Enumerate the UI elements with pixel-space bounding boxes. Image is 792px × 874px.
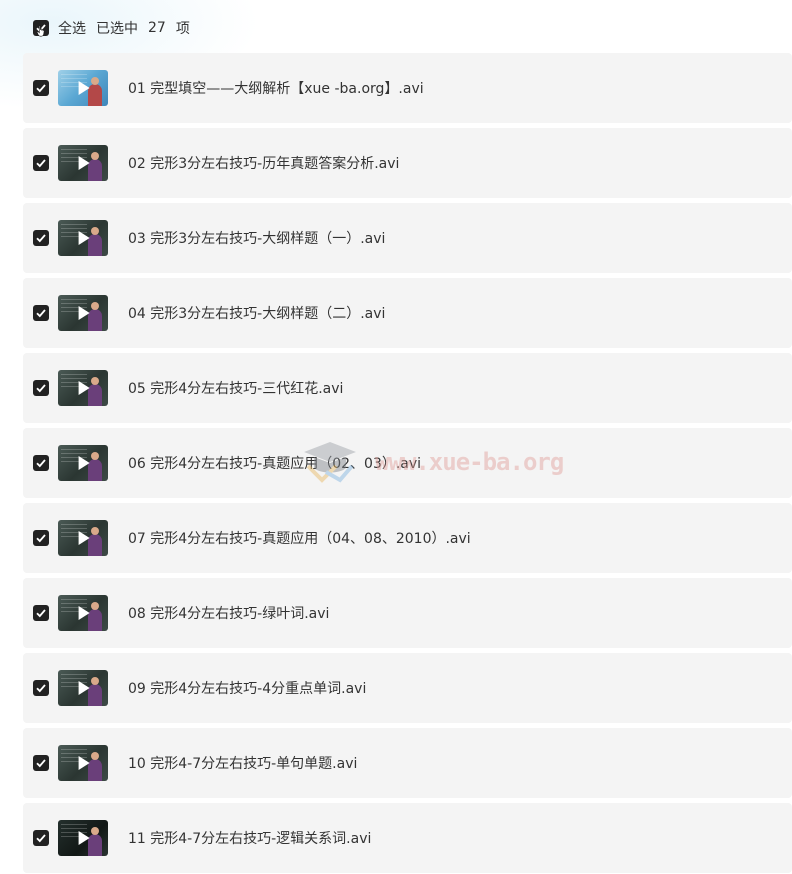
file-row[interactable]: 07 完形4分左右技巧-真题应用（04、08、2010）.avi <box>23 503 792 573</box>
play-icon <box>78 81 90 95</box>
play-icon <box>78 831 90 845</box>
video-thumbnail[interactable] <box>58 220 108 256</box>
lecturer-graphic <box>88 77 102 106</box>
file-checkbox[interactable] <box>33 680 49 696</box>
file-name[interactable]: 01 完型填空——大纲解析【xue -ba.org】.avi <box>128 78 424 98</box>
play-icon <box>78 306 90 320</box>
play-icon <box>78 606 90 620</box>
file-checkbox[interactable] <box>33 155 49 171</box>
video-thumbnail[interactable] <box>58 70 108 106</box>
file-row[interactable]: 05 完形4分左右技巧-三代红花.avi <box>23 353 792 423</box>
video-thumbnail[interactable] <box>58 370 108 406</box>
file-checkbox[interactable] <box>33 230 49 246</box>
check-icon <box>36 834 46 843</box>
select-all-label[interactable]: 全选 <box>58 18 86 38</box>
lecturer-graphic <box>88 677 102 706</box>
file-checkbox[interactable] <box>33 830 49 846</box>
lecturer-graphic <box>88 152 102 181</box>
selected-count: 27 <box>148 20 166 36</box>
file-checkbox[interactable] <box>33 455 49 471</box>
file-row[interactable]: 06 完形4分左右技巧-真题应用（02、03）.avi <box>23 428 792 498</box>
play-icon <box>78 756 90 770</box>
lecturer-graphic <box>88 827 102 856</box>
play-icon <box>78 456 90 470</box>
file-name[interactable]: 05 完形4分左右技巧-三代红花.avi <box>128 378 343 398</box>
video-thumbnail[interactable] <box>58 745 108 781</box>
file-name[interactable]: 11 完形4-7分左右技巧-逻辑关系词.avi <box>128 828 371 848</box>
play-icon <box>78 156 90 170</box>
file-checkbox[interactable] <box>33 305 49 321</box>
lecturer-graphic <box>88 227 102 256</box>
video-thumbnail[interactable] <box>58 295 108 331</box>
video-thumbnail[interactable] <box>58 145 108 181</box>
check-icon <box>36 234 46 243</box>
file-name[interactable]: 03 完形3分左右技巧-大纲样题（一）.avi <box>128 228 385 248</box>
lecturer-graphic <box>88 452 102 481</box>
video-thumbnail[interactable] <box>58 445 108 481</box>
lecturer-graphic <box>88 527 102 556</box>
video-thumbnail[interactable] <box>58 670 108 706</box>
file-row[interactable]: 02 完形3分左右技巧-历年真题答案分析.avi <box>23 128 792 198</box>
check-icon <box>36 384 46 393</box>
file-row[interactable]: 04 完形3分左右技巧-大纲样题（二）.avi <box>23 278 792 348</box>
select-all-checkbox[interactable] <box>33 20 49 37</box>
file-name[interactable]: 02 完形3分左右技巧-历年真题答案分析.avi <box>128 153 399 173</box>
check-icon <box>36 759 46 768</box>
selected-prefix: 已选中 <box>96 21 138 37</box>
file-name[interactable]: 04 完形3分左右技巧-大纲样题（二）.avi <box>128 303 385 323</box>
file-row[interactable]: 03 完形3分左右技巧-大纲样题（一）.avi <box>23 203 792 273</box>
file-name[interactable]: 07 完形4分左右技巧-真题应用（04、08、2010）.avi <box>128 528 471 548</box>
file-row[interactable]: 01 完型填空——大纲解析【xue -ba.org】.avi <box>23 53 792 123</box>
check-icon <box>36 84 46 93</box>
check-icon <box>36 684 46 693</box>
file-name[interactable]: 10 完形4-7分左右技巧-单句单题.avi <box>128 753 357 773</box>
check-icon <box>36 309 46 318</box>
video-thumbnail[interactable] <box>58 820 108 856</box>
file-row[interactable]: 08 完形4分左右技巧-绿叶词.avi <box>23 578 792 648</box>
hand-cursor-icon <box>36 25 45 37</box>
check-icon <box>36 609 46 618</box>
lecturer-graphic <box>88 602 102 631</box>
file-row[interactable]: 09 完形4分左右技巧-4分重点单词.avi <box>23 653 792 723</box>
file-name[interactable]: 06 完形4分左右技巧-真题应用（02、03）.avi <box>128 453 421 473</box>
file-row[interactable]: 11 完形4-7分左右技巧-逻辑关系词.avi <box>23 803 792 873</box>
selected-suffix: 项 <box>175 21 190 37</box>
play-icon <box>78 231 90 245</box>
file-checkbox[interactable] <box>33 80 49 96</box>
check-icon <box>36 534 46 543</box>
video-thumbnail[interactable] <box>58 520 108 556</box>
file-checkbox[interactable] <box>33 530 49 546</box>
file-name[interactable]: 09 完形4分左右技巧-4分重点单词.avi <box>128 678 366 698</box>
file-checkbox[interactable] <box>33 380 49 396</box>
file-name[interactable]: 08 完形4分左右技巧-绿叶词.avi <box>128 603 329 623</box>
check-icon <box>36 159 46 168</box>
check-icon <box>36 459 46 468</box>
play-icon <box>78 681 90 695</box>
file-checkbox[interactable] <box>33 755 49 771</box>
video-thumbnail[interactable] <box>58 595 108 631</box>
file-checkbox[interactable] <box>33 605 49 621</box>
play-icon <box>78 381 90 395</box>
lecturer-graphic <box>88 302 102 331</box>
play-icon <box>78 531 90 545</box>
lecturer-graphic <box>88 377 102 406</box>
lecturer-graphic <box>88 752 102 781</box>
selection-header: 全选 已选中 27 项 <box>33 18 190 38</box>
file-row[interactable]: 10 完形4-7分左右技巧-单句单题.avi <box>23 728 792 798</box>
